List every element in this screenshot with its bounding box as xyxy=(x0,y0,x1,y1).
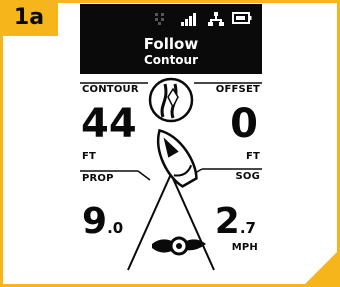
sog-value: 2.7 xyxy=(215,204,256,240)
figure-tag: 1a xyxy=(0,0,58,36)
prop-value-dec: .0 xyxy=(107,219,124,237)
sog-unit: MPH xyxy=(231,242,258,253)
contour-dial-icon xyxy=(148,77,194,123)
prop-value-int: 9 xyxy=(82,201,108,242)
boat-icon xyxy=(157,128,198,188)
sonar-cone xyxy=(140,176,202,246)
offset-label: OFFSET xyxy=(215,84,260,95)
contour-unit: FT xyxy=(82,151,97,162)
contour-label: CONTOUR xyxy=(82,84,139,95)
sog-value-dec: .7 xyxy=(239,219,256,237)
trolling-motor-icon xyxy=(152,236,206,256)
offset-value: 0 xyxy=(230,101,258,147)
sog-label: SOG xyxy=(235,171,260,182)
contour-value: 44 xyxy=(81,101,137,147)
sog-value-int: 2 xyxy=(214,201,240,242)
device-screen: Follow Contour CONTOUR 44 FT OFFSET 0 FT… xyxy=(80,4,262,279)
prop-value: 9.0 xyxy=(82,204,123,240)
prop-label: PROP xyxy=(82,173,114,184)
offset-unit: FT xyxy=(245,151,260,162)
corner-accent xyxy=(302,249,340,287)
